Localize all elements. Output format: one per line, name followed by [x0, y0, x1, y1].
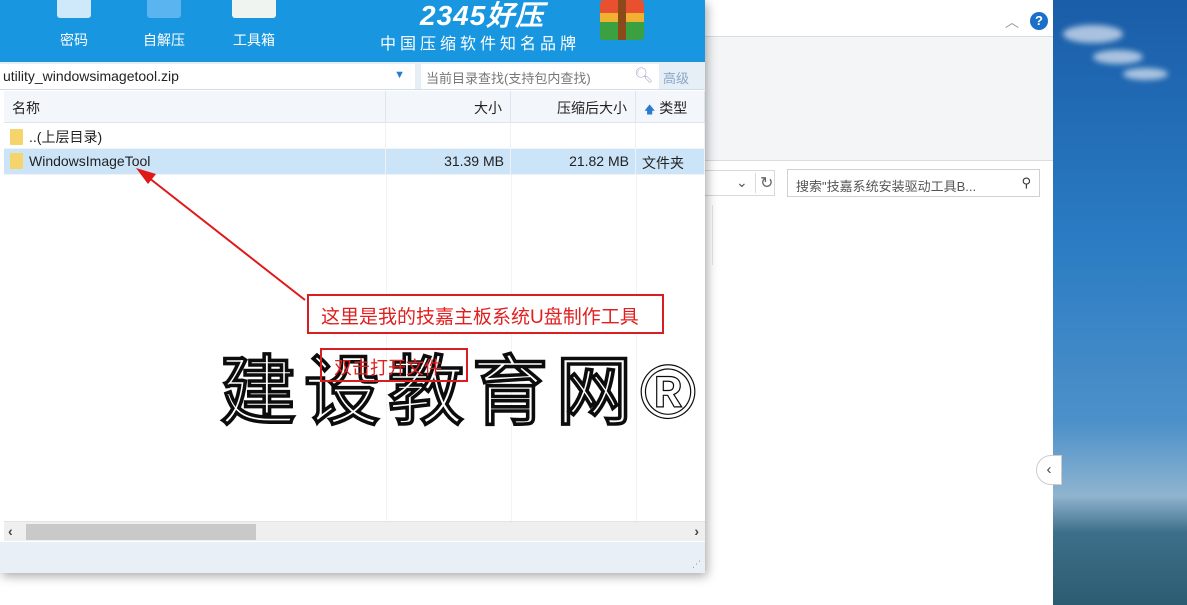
- annotation-note: 双击打开文件: [320, 348, 468, 382]
- ribbon: [700, 37, 1053, 161]
- collapse-ribbon-icon[interactable]: ︿: [1005, 12, 1019, 32]
- help-button[interactable]: ?: [1030, 12, 1048, 30]
- resize-grip-icon[interactable]: ⋰: [692, 559, 701, 570]
- chevron-down-icon[interactable]: ⌄: [736, 174, 748, 191]
- toolbox-button[interactable]: 工具箱: [224, 0, 284, 50]
- sort-up-icon: 🡅: [644, 104, 655, 116]
- dropdown-arrow-icon[interactable]: ▼: [394, 69, 405, 81]
- column-name[interactable]: 名称: [4, 91, 386, 122]
- toolbox-icon: [232, 0, 276, 18]
- brand: 2345好压 中国压缩软件知名品牌: [380, 0, 580, 54]
- advanced-search-link[interactable]: 高级: [663, 68, 689, 87]
- folder-icon: [10, 153, 23, 169]
- side-panel-toggle[interactable]: ‹: [1036, 455, 1062, 485]
- password-button[interactable]: 密码: [44, 0, 104, 50]
- archiver-window: 密码 自解压 工具箱 2345好压 中国压缩软件知名品牌 utility_win…: [0, 0, 705, 573]
- scroll-right-icon[interactable]: ›: [694, 523, 699, 539]
- horizontal-scrollbar[interactable]: ‹ ›: [4, 521, 705, 541]
- annotation-note: 这里是我的技嘉主板系统U盘制作工具: [307, 294, 664, 334]
- table-row-parent[interactable]: ..(上层目录): [4, 123, 705, 149]
- path-input[interactable]: utility_windowsimagetool.zip ▼: [0, 64, 415, 89]
- table-row-selected[interactable]: WindowsImageTool 31.39 MB 21.82 MB 文件夹: [4, 149, 705, 175]
- brand-logo-icon: [600, 0, 644, 40]
- refresh-icon[interactable]: ↻: [755, 173, 773, 193]
- file-explorer-window: ︿ ? ⌄ ↻ 搜索"技嘉系统安装驱动工具B... ⚲: [700, 0, 1053, 605]
- box-icon: [147, 0, 181, 18]
- toolbar: 密码 自解压 工具箱 2345好压 中国压缩软件知名品牌: [0, 0, 705, 62]
- status-bar: ⋰: [0, 542, 705, 573]
- address-bar-controls: ⌄ ↻: [700, 170, 775, 196]
- search-icon[interactable]: 🔍︎: [634, 66, 653, 84]
- divider: [712, 205, 713, 265]
- column-header: 名称 大小 压缩后大小 🡅 类型: [4, 91, 705, 123]
- folder-icon: [10, 129, 23, 145]
- desktop-wallpaper: [1053, 0, 1187, 605]
- lock-icon: [57, 0, 91, 18]
- column-packed-size[interactable]: 压缩后大小: [511, 91, 636, 122]
- search-icon: ⚲: [1021, 175, 1031, 191]
- scroll-left-icon[interactable]: ‹: [8, 523, 13, 539]
- path-bar: utility_windowsimagetool.zip ▼ 当前目录查找(支持…: [0, 62, 705, 90]
- self-extract-button[interactable]: 自解压: [134, 0, 194, 50]
- scrollbar-thumb[interactable]: [26, 524, 256, 540]
- explorer-search-input[interactable]: 搜索"技嘉系统安装驱动工具B... ⚲: [787, 169, 1040, 197]
- archive-search-input[interactable]: 当前目录查找(支持包内查找) 🔍︎: [421, 64, 659, 89]
- column-size[interactable]: 大小: [386, 91, 511, 122]
- column-type[interactable]: 🡅 类型: [636, 91, 705, 122]
- watermark: 建设教育网®: [220, 330, 704, 440]
